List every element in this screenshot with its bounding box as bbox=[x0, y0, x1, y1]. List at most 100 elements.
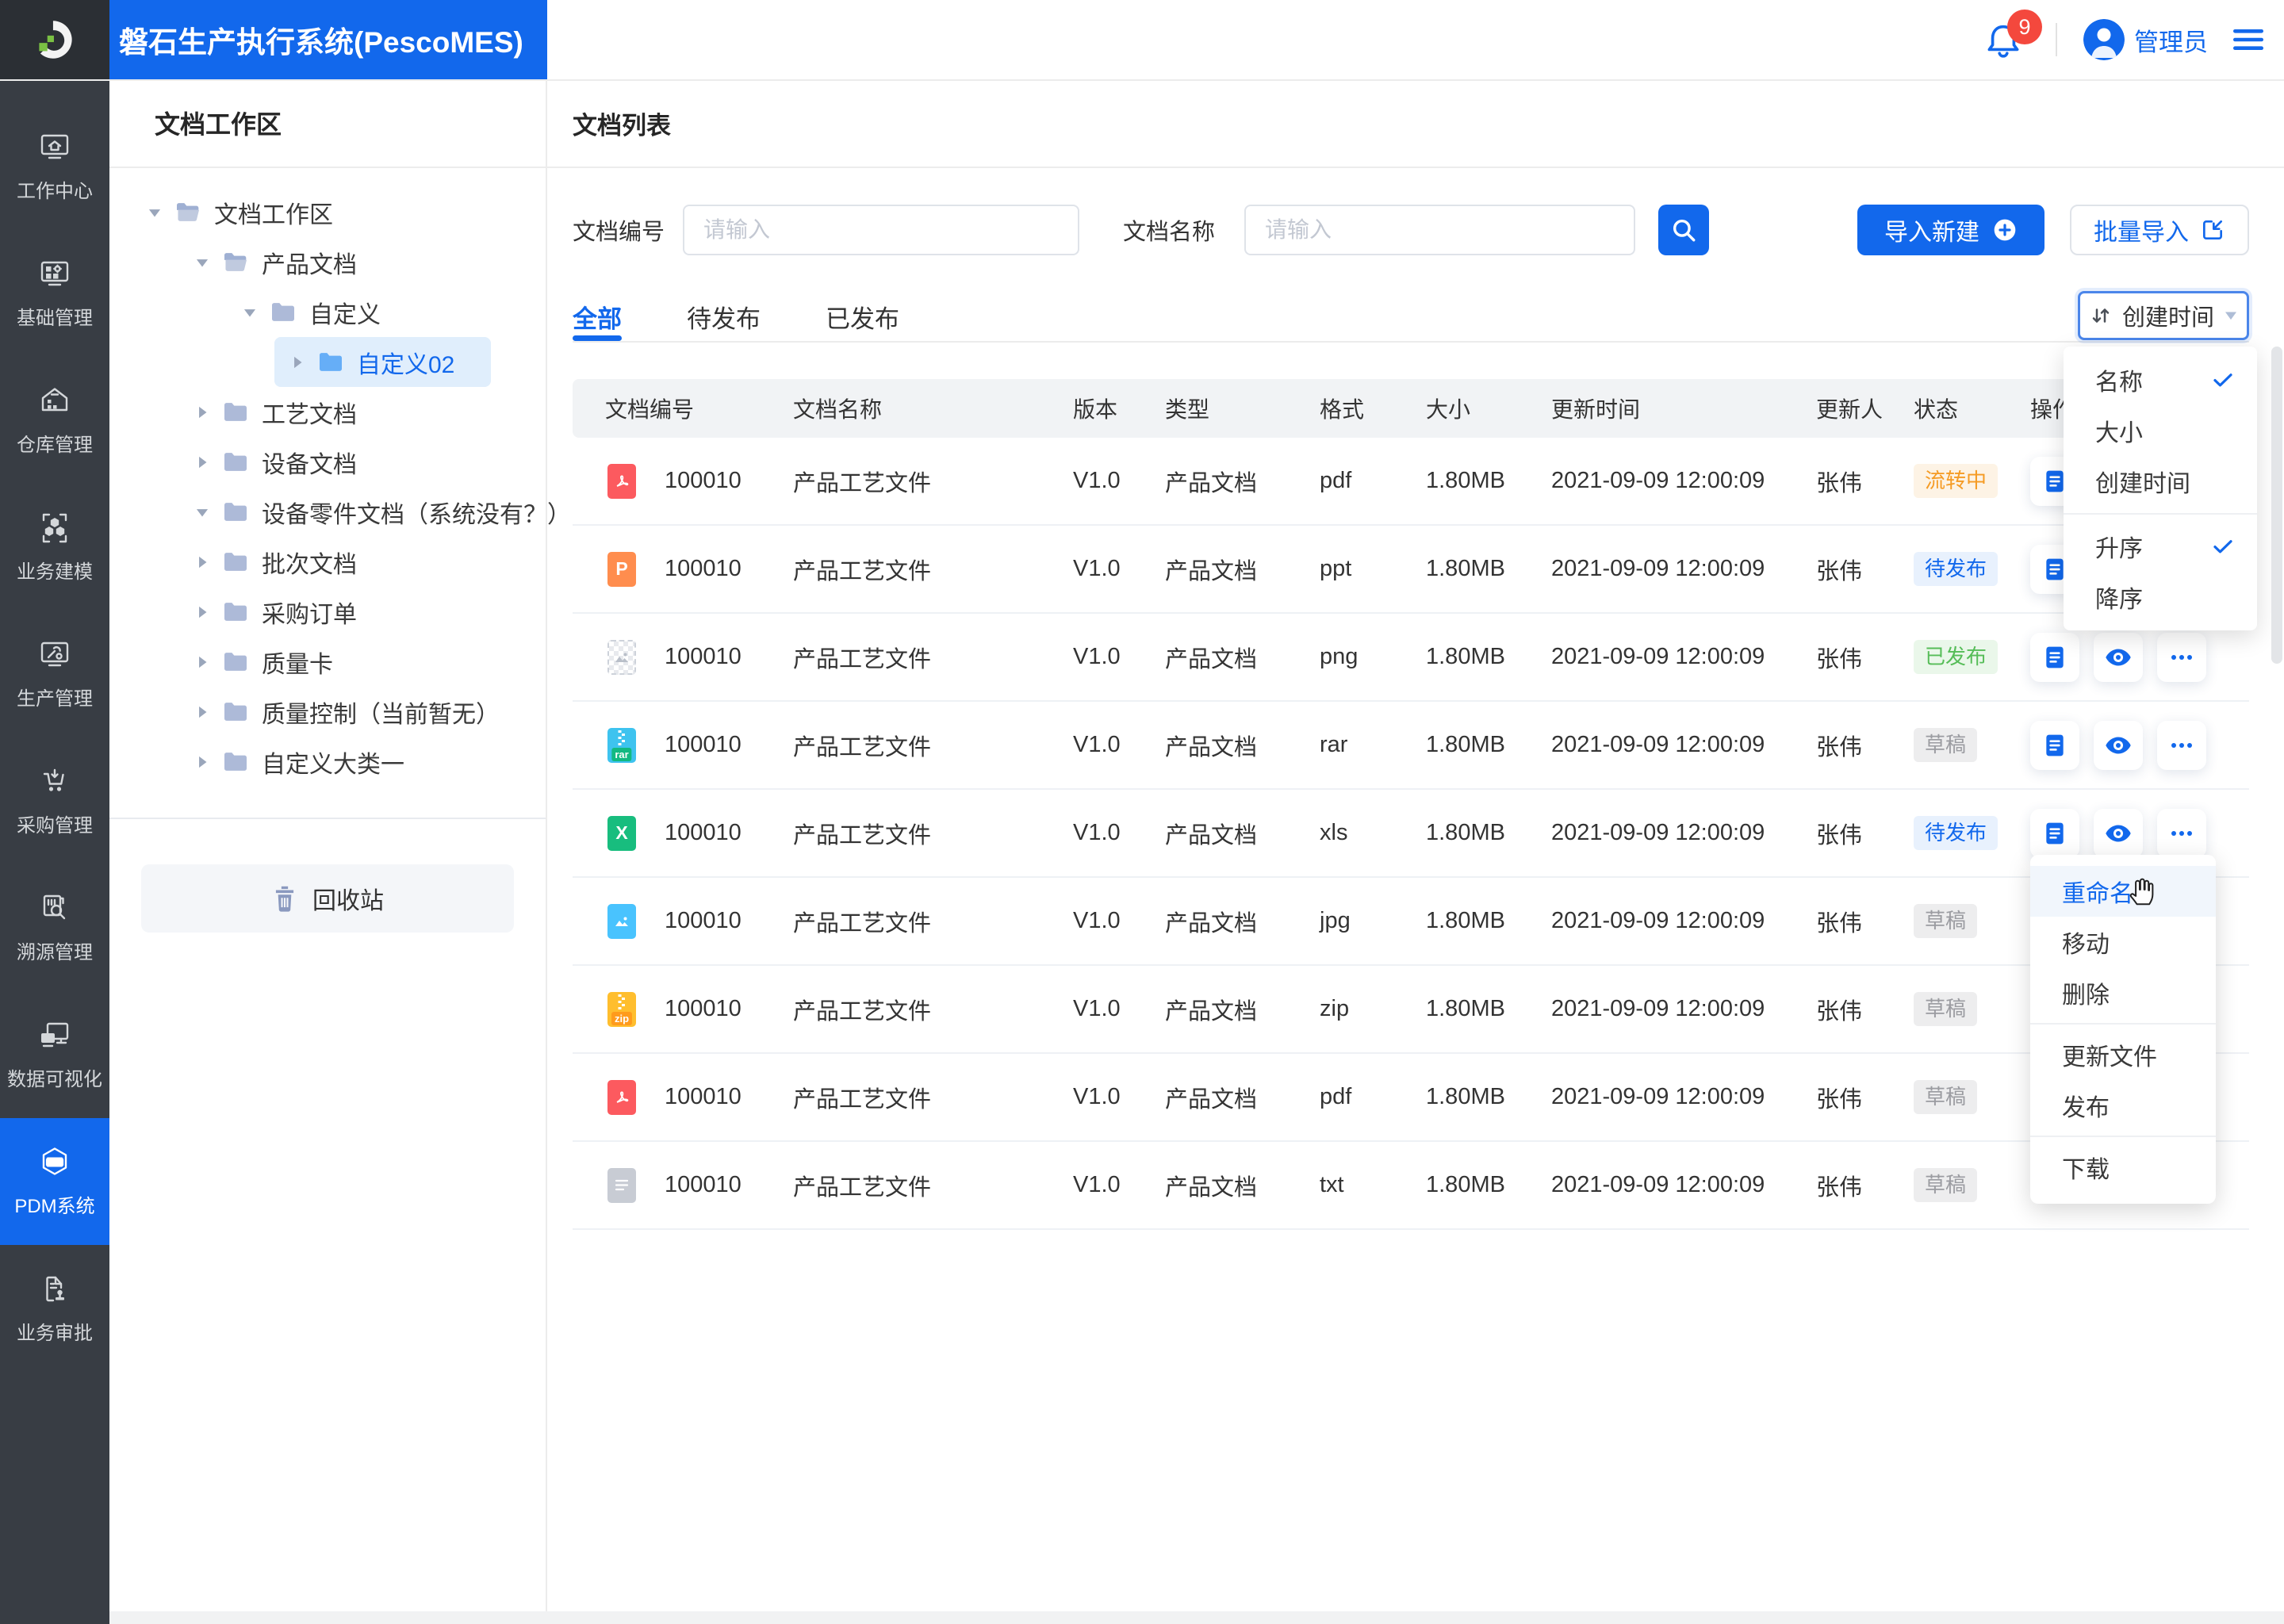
tree-node-level1[interactable]: 产品文档 bbox=[109, 237, 546, 287]
sort-order-option[interactable]: 升序 bbox=[2064, 521, 2257, 572]
table-row[interactable]: zip 100010 产品工艺文件 V1.0 产品文档 zip 1.80MB 2… bbox=[573, 966, 2249, 1054]
table-row[interactable]: 100010 产品工艺文件 V1.0 产品文档 png 1.80MB 2021-… bbox=[573, 614, 2249, 702]
tab-已发布[interactable]: 已发布 bbox=[826, 292, 899, 341]
cell-status: 已发布 bbox=[1914, 640, 2030, 674]
cell-size: 1.80MB bbox=[1426, 468, 1505, 493]
cell-doc-no: 100010 bbox=[665, 1084, 742, 1109]
sort-field-option[interactable]: 名称 bbox=[2064, 354, 2257, 405]
notification-badge: 9 bbox=[2007, 10, 2042, 44]
context-menu-item-更新文件[interactable]: 更新文件 bbox=[2030, 1029, 2216, 1080]
cell-file-icon: rar bbox=[573, 727, 665, 763]
sort-dropdown-menu: 名称 大小 创建时间 升序 降序 bbox=[2064, 347, 2257, 630]
doc-name-input[interactable] bbox=[1244, 205, 1636, 255]
nav-item-work-center[interactable]: 工作中心 bbox=[0, 103, 109, 230]
cell-version: V1.0 bbox=[1073, 1172, 1121, 1197]
cell-updated-by: 张伟 bbox=[1816, 1086, 1863, 1113]
cell-doc-name: 产品工艺文件 bbox=[793, 558, 932, 584]
batch-import-button[interactable]: 批量导入 bbox=[2070, 205, 2249, 255]
tree-node-level1[interactable]: 质量卡 bbox=[109, 637, 546, 687]
nav-item-pdm-system[interactable]: PDM PDM系统 bbox=[0, 1118, 109, 1245]
cell-updated-at: 2021-09-09 12:00:09 bbox=[1551, 556, 1765, 581]
doc-no-input[interactable] bbox=[683, 205, 1080, 255]
context-menu-item-重命名[interactable]: 重命名 bbox=[2030, 866, 2216, 917]
document-detail-button[interactable] bbox=[2030, 632, 2079, 682]
cell-version: V1.0 bbox=[1073, 820, 1121, 845]
tree-node-level1[interactable]: 工艺文档 bbox=[109, 387, 546, 437]
nav-item-biz-modeling[interactable]: 业务建模 bbox=[0, 484, 109, 611]
txt-file-icon bbox=[607, 1167, 636, 1203]
avatar[interactable] bbox=[2083, 19, 2125, 60]
status-badge: 已发布 bbox=[1914, 640, 1998, 674]
tree-node-level2[interactable]: 自定义 bbox=[109, 287, 546, 337]
tree-node-level1[interactable]: 设备零件文档（系统没有？） bbox=[109, 487, 571, 537]
preview-button[interactable] bbox=[2094, 808, 2143, 858]
context-menu-group: 更新文件 发布 bbox=[2030, 1023, 2216, 1136]
doc-name-label: 文档名称 bbox=[1123, 220, 1216, 245]
sort-field-option[interactable]: 创建时间 bbox=[2064, 456, 2257, 507]
table-row[interactable]: rar 100010 产品工艺文件 V1.0 产品文档 rar 1.80MB 2… bbox=[573, 702, 2249, 790]
tree-node-level3[interactable]: 自定义02 bbox=[109, 337, 546, 387]
horizontal-scrollbar[interactable] bbox=[109, 1611, 2284, 1624]
nav-item-purchase-mgmt[interactable]: 采购管理 bbox=[0, 737, 109, 864]
search-button[interactable] bbox=[1658, 205, 1710, 255]
cell-status: 草稿 bbox=[1914, 728, 2030, 762]
tree-node-level1[interactable]: 批次文档 bbox=[109, 537, 546, 587]
document-icon bbox=[2046, 646, 2064, 668]
more-actions-button[interactable] bbox=[2157, 720, 2206, 770]
table-row[interactable]: X 100010 产品工艺文件 V1.0 产品文档 xls 1.80MB 202… bbox=[573, 790, 2249, 878]
context-menu-item-发布[interactable]: 发布 bbox=[2030, 1080, 2216, 1131]
cell-version: V1.0 bbox=[1073, 908, 1121, 933]
more-actions-button[interactable] bbox=[2157, 632, 2206, 682]
xls-file-icon: X bbox=[607, 815, 636, 851]
tree-node-level1[interactable]: 质量控制（当前暂无） bbox=[109, 687, 546, 737]
tree-node-level1[interactable]: 自定义大类一 bbox=[109, 737, 546, 787]
sort-order-option[interactable]: 降序 bbox=[2064, 572, 2257, 622]
context-menu-group: 重命名 移动 删除 bbox=[2030, 861, 2216, 1023]
cell-status: 草稿 bbox=[1914, 904, 2030, 938]
notification-bell[interactable]: 9 bbox=[1985, 10, 2042, 59]
tab-待发布[interactable]: 待发布 bbox=[687, 292, 761, 341]
document-detail-button[interactable] bbox=[2030, 808, 2079, 858]
context-menu-item-移动[interactable]: 移动 bbox=[2030, 917, 2216, 967]
preview-button[interactable] bbox=[2094, 720, 2143, 770]
table-row[interactable]: P 100010 产品工艺文件 V1.0 产品文档 ppt 1.80MB 202… bbox=[573, 526, 2249, 614]
nav-item-trace-mgmt[interactable]: 溯源管理 bbox=[0, 864, 109, 991]
cell-file-icon: zip bbox=[573, 991, 665, 1027]
sort-field-option[interactable]: 大小 bbox=[2064, 405, 2257, 456]
cell-actions bbox=[2030, 720, 2249, 770]
import-new-button[interactable]: 导入新建 bbox=[1857, 205, 2044, 255]
vertical-scrollbar-thumb[interactable] bbox=[2271, 347, 2282, 664]
svg-text:PDM: PDM bbox=[46, 1159, 63, 1167]
tab-全部[interactable]: 全部 bbox=[573, 292, 622, 341]
recycle-bin-button[interactable]: 回收站 bbox=[141, 864, 514, 933]
table-row[interactable]: 100010 产品工艺文件 V1.0 产品文档 txt 1.80MB 2021-… bbox=[573, 1142, 2249, 1230]
nav-item-biz-approval[interactable]: 业务审批 bbox=[0, 1245, 109, 1372]
table-row[interactable]: 100010 产品工艺文件 V1.0 产品文档 jpg 1.80MB 2021-… bbox=[573, 878, 2249, 966]
caret-right-icon bbox=[194, 653, 211, 671]
context-menu-item-删除[interactable]: 删除 bbox=[2030, 967, 2216, 1018]
status-badge: 草稿 bbox=[1914, 1168, 1978, 1202]
cell-type: 产品文档 bbox=[1165, 822, 1258, 848]
sort-button[interactable]: 创建时间 bbox=[2078, 291, 2249, 340]
more-actions-button[interactable] bbox=[2157, 808, 2206, 858]
cell-doc-name: 产品工艺文件 bbox=[793, 998, 932, 1025]
table-row[interactable]: 100010 产品工艺文件 V1.0 产品文档 pdf 1.80MB 2021-… bbox=[573, 438, 2249, 526]
preview-button[interactable] bbox=[2094, 632, 2143, 682]
status-badge: 流转中 bbox=[1914, 464, 1998, 498]
document-detail-button[interactable] bbox=[2030, 720, 2079, 770]
table-row[interactable]: 100010 产品工艺文件 V1.0 产品文档 pdf 1.80MB 2021-… bbox=[573, 1054, 2249, 1142]
production-icon bbox=[37, 638, 72, 672]
nav-item-production-mgmt[interactable]: 生产管理 bbox=[0, 611, 109, 737]
tree-node-level0[interactable]: 文档工作区 bbox=[109, 187, 546, 237]
user-name[interactable]: 管理员 bbox=[2134, 22, 2208, 58]
context-menu-item-下载[interactable]: 下载 bbox=[2030, 1142, 2216, 1193]
nav-item-base-mgmt[interactable]: 基础管理 bbox=[0, 230, 109, 357]
row-context-menu: 重命名 移动 删除 更新文件 发布 下载 bbox=[2030, 855, 2216, 1204]
cell-version: V1.0 bbox=[1073, 996, 1121, 1021]
nav-item-warehouse-mgmt[interactable]: 仓库管理 bbox=[0, 357, 109, 484]
hamburger-menu[interactable] bbox=[2233, 28, 2263, 52]
nav-item-data-vis[interactable]: 数据可视化 bbox=[0, 991, 109, 1118]
tree-node-level1[interactable]: 设备文档 bbox=[109, 437, 546, 487]
tree-node-level1[interactable]: 采购订单 bbox=[109, 587, 546, 637]
menu-divider bbox=[2064, 513, 2257, 515]
